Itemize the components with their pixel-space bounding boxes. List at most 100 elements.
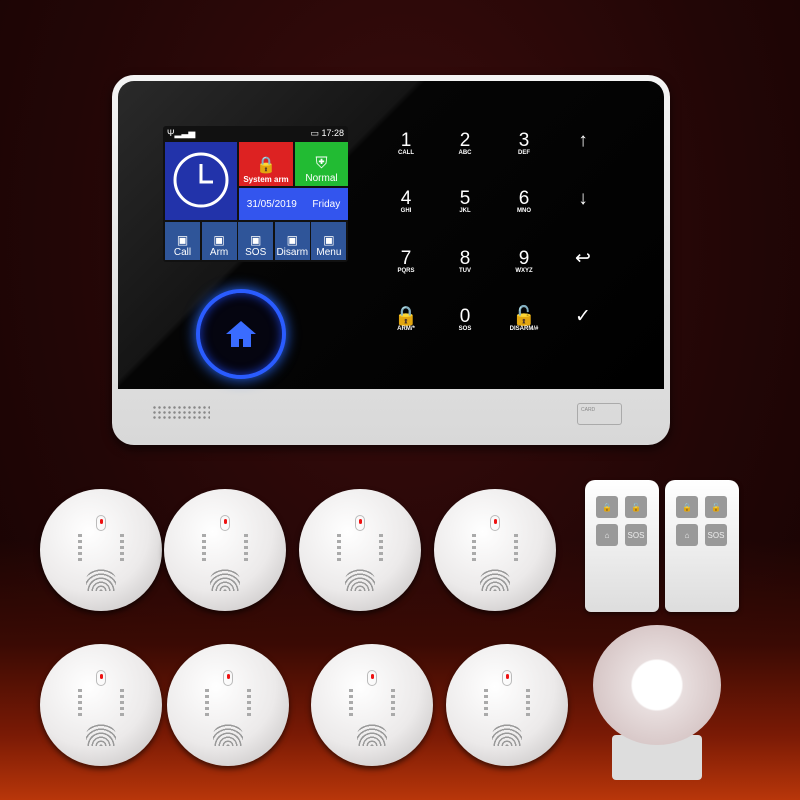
vent (357, 724, 387, 746)
key-symbol: 3 (518, 130, 530, 151)
home-arm-button[interactable]: ⌂ (596, 524, 618, 546)
vent (86, 724, 116, 746)
unlock-button[interactable]: 🔓 (625, 496, 647, 518)
date-tile: 31/05/2019 Friday (239, 188, 348, 220)
normal-tile[interactable]: ⛨ Normal (295, 142, 348, 186)
vent (345, 569, 375, 591)
led-indicator (223, 670, 233, 686)
key-letters: ARM/* (397, 326, 415, 332)
key-letters: PQRS (397, 268, 415, 274)
smoke-detector (434, 489, 556, 611)
clock-icon (173, 152, 229, 208)
vent (86, 569, 116, 591)
clock-tile[interactable] (165, 142, 237, 220)
key-symbol: 8 (459, 248, 471, 269)
tile-label: Disarm (276, 247, 309, 258)
led-indicator (96, 515, 106, 531)
key-letters: DISARM/# (509, 326, 539, 332)
key-ghi-4[interactable]: 4 GHI (381, 189, 431, 214)
key-mno-6[interactable]: 6 MNO (499, 189, 549, 214)
key-nav-3[interactable]: ↑ (558, 131, 608, 150)
key-symbol: ↩ (575, 248, 591, 269)
key-jkl-5[interactable]: 5 JKL (440, 189, 490, 214)
key-symbol: 7 (400, 248, 412, 269)
smoke-detector (167, 644, 289, 766)
sos-button[interactable]: SOS (625, 524, 647, 546)
home-arm-button[interactable]: ⌂ (676, 524, 698, 546)
key-symbol: 🔓 (512, 306, 536, 327)
remote-control: 🔒 🔓 ⌂ SOS (585, 480, 659, 612)
key-letters: DEF (518, 150, 530, 156)
tile-arm[interactable]: ▣ Arm (201, 222, 237, 260)
system-arm-tile[interactable]: 🔒 System arm (239, 142, 293, 186)
lcd-screen: Ψ▂▃▅ ▭ 17:28 🔒 System arm ⛨ Normal 31/05… (163, 126, 348, 262)
key-def-2[interactable]: 3 DEF (499, 131, 549, 156)
key-nav-7[interactable]: ↓ (558, 189, 608, 208)
key-pqrs-8[interactable]: 7 PQRS (381, 249, 431, 274)
speaker-grille (152, 405, 210, 419)
tile-call[interactable]: ▣ Call (165, 222, 200, 260)
led-indicator (220, 515, 230, 531)
sos-button[interactable]: SOS (705, 524, 727, 546)
key-nav-15[interactable]: ✓ (558, 307, 608, 326)
home-icon (226, 321, 256, 347)
key-symbol: ✓ (575, 306, 591, 327)
key-nav-11[interactable]: ↩ (558, 249, 608, 268)
battery-icon: ▭ (310, 127, 319, 138)
key-abc-1[interactable]: 2 ABC (440, 131, 490, 156)
card-reader: CARD (577, 403, 622, 425)
key-letters: TUV (459, 268, 471, 274)
tile-sos[interactable]: ▣ SOS (238, 222, 274, 260)
key-letters: MNO (517, 208, 531, 214)
key-call-0[interactable]: 1 CALL (381, 131, 431, 156)
phone-icon: ▣ (176, 233, 189, 247)
key-letters: CALL (398, 150, 414, 156)
system-arm-label: System arm (243, 175, 289, 184)
led-indicator (490, 515, 500, 531)
panel-glass: Ψ▂▃▅ ▭ 17:28 🔒 System arm ⛨ Normal 31/05… (118, 81, 664, 389)
key-symbol: 0 (459, 306, 471, 327)
signal-icon: Ψ▂▃▅ (167, 127, 196, 138)
key-symbol: 5 (459, 188, 471, 209)
key-disarm-14[interactable]: 🔓 DISARM/# (499, 307, 549, 332)
tile-menu[interactable]: ▣ Menu (311, 222, 347, 260)
smoke-detector (311, 644, 433, 766)
lock-icon: ▣ (213, 233, 225, 247)
led-indicator (367, 670, 377, 686)
led-indicator (96, 670, 106, 686)
day-label: Friday (312, 198, 341, 210)
key-letters: SOS (458, 326, 472, 332)
home-button[interactable] (196, 289, 286, 379)
key-arm-12[interactable]: 🔒 ARM/* (381, 307, 431, 332)
unlock-button[interactable]: 🔓 (705, 496, 727, 518)
key-symbol: 9 (518, 248, 530, 269)
status-bar: Ψ▂▃▅ ▭ 17:28 (163, 126, 348, 140)
key-letters: JKL (459, 208, 471, 214)
led-indicator (355, 515, 365, 531)
vent (492, 724, 522, 746)
lock-button[interactable]: 🔒 (676, 496, 698, 518)
key-tuv-9[interactable]: 8 TUV (440, 249, 490, 274)
smoke-detector (164, 489, 286, 611)
remote-control: 🔒 🔓 ⌂ SOS (665, 480, 739, 612)
lock-button[interactable]: 🔒 (596, 496, 618, 518)
tile-label: Arm (209, 247, 229, 258)
date-label: 31/05/2019 (246, 198, 297, 210)
tile-disarm[interactable]: ▣ Disarm (274, 222, 310, 260)
key-symbol: 2 (459, 130, 471, 151)
vent (480, 569, 510, 591)
tile-label: Call (173, 247, 192, 258)
tile-label: Menu (316, 247, 342, 258)
key-sos-13[interactable]: 0 SOS (440, 307, 490, 332)
shield-icon: ⛨ (315, 155, 328, 172)
unlock-icon: ▣ (286, 233, 298, 247)
key-letters: WXYZ (515, 268, 533, 274)
key-letters: GHI (400, 208, 412, 214)
smoke-detector (446, 644, 568, 766)
key-wxyz-10[interactable]: 9 WXYZ (499, 249, 549, 274)
key-symbol: 🔒 (394, 306, 418, 327)
alarm-panel: Ψ▂▃▅ ▭ 17:28 🔒 System arm ⛨ Normal 31/05… (112, 75, 670, 445)
clock-time: 17:28 (321, 127, 344, 138)
key-symbol: 4 (400, 188, 412, 209)
vent (213, 724, 243, 746)
